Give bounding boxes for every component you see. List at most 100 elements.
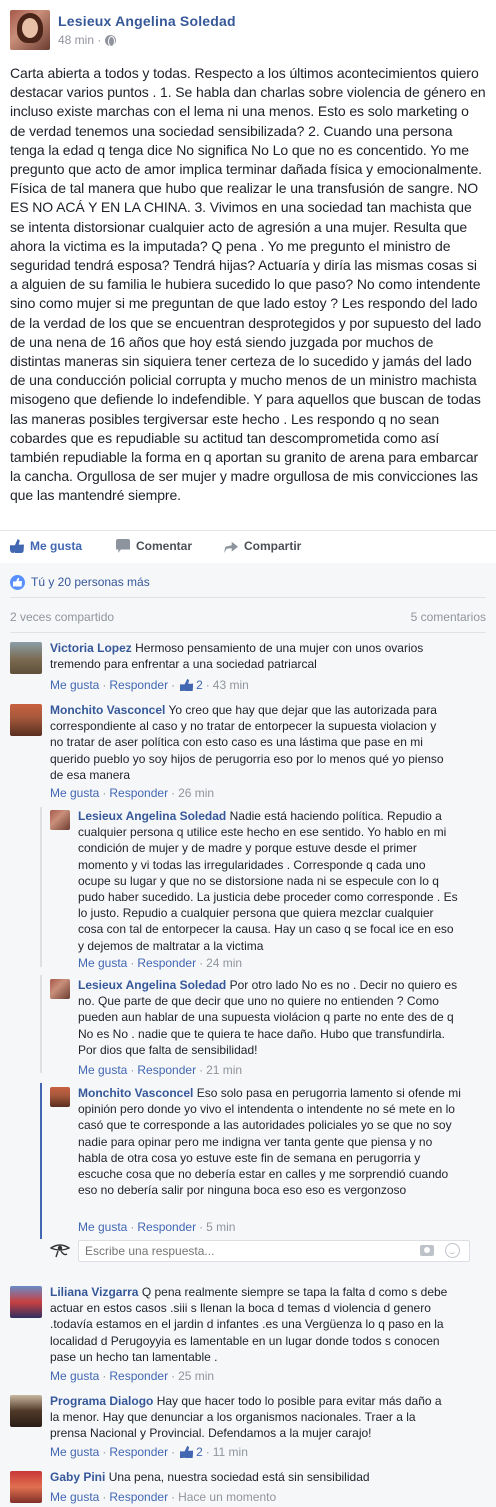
post-meta: 48 min · — [58, 33, 117, 47]
post-time[interactable]: 48 min · — [58, 33, 101, 47]
comment-button[interactable]: Comentar — [116, 539, 496, 553]
separator: · — [199, 1063, 204, 1077]
speech-bubble-icon — [116, 539, 130, 553]
shares-count[interactable]: 2 veces compartido — [10, 610, 114, 624]
commenter-name[interactable]: Liliana Vizgarra — [50, 1285, 138, 1299]
reply-time[interactable]: 5 min — [206, 1220, 235, 1234]
reply-time[interactable]: 24 min — [206, 956, 242, 970]
reply: Lesieux Angelina Soledad Por otro lado N… — [50, 977, 486, 1077]
reply-body: Lesieux Angelina Soledad Por otro lado N… — [78, 977, 460, 1058]
separator: · — [205, 1445, 210, 1459]
reply-reply-link[interactable]: Responder — [137, 956, 196, 970]
comment-actions: Me gusta · Responder · 25 min — [50, 1369, 214, 1383]
reply-like-link[interactable]: Me gusta — [78, 1220, 127, 1234]
commenter-avatar[interactable] — [10, 1395, 42, 1427]
reply: Lesieux Angelina Soledad Nadie está haci… — [50, 808, 486, 970]
like-label: Me gusta — [30, 539, 83, 553]
comment-actions: Me gusta · Responder · 2 · 43 min — [50, 678, 249, 692]
reply: Monchito Vasconcel Eso solo pasa en peru… — [50, 1085, 486, 1235]
thumbs-up-icon — [180, 679, 194, 691]
commenter-name[interactable]: Programa Dialogo — [50, 1394, 153, 1408]
comment-reply-link[interactable]: Responder — [109, 1445, 168, 1459]
comment-time[interactable]: 11 min — [213, 1445, 248, 1459]
facebook-post: Lesieux Angelina Soledad 48 min · Carta … — [0, 0, 496, 1507]
divider — [10, 597, 486, 598]
separator: · — [102, 678, 107, 692]
reply-like-link[interactable]: Me gusta — [78, 956, 127, 970]
thread-line — [40, 807, 42, 967]
reply-reply-link[interactable]: Responder — [137, 1220, 196, 1234]
replier-name[interactable]: Monchito Vasconcel — [78, 1086, 193, 1100]
share-arrow-icon — [224, 541, 238, 553]
share-button[interactable]: Compartir — [224, 539, 301, 553]
comment-like-link[interactable]: Me gusta — [50, 1490, 99, 1504]
comment-like-link[interactable]: Me gusta — [50, 786, 99, 800]
reply-time[interactable]: 21 min — [206, 1063, 242, 1077]
comment-reply-link[interactable]: Responder — [109, 678, 168, 692]
emoji-icon[interactable] — [445, 1243, 460, 1258]
comment-time[interactable]: 26 min — [178, 786, 214, 800]
comment-body: Victoria Lopez Hermoso pensamiento de un… — [50, 640, 440, 672]
commenter-name[interactable]: Gaby Pini — [50, 1470, 105, 1484]
comment-time[interactable]: Hace un momento — [178, 1490, 276, 1504]
post-actions: Me gusta Comentar Compartir — [0, 530, 496, 564]
comment-reply-link[interactable]: Responder — [109, 1369, 168, 1383]
replier-avatar[interactable] — [50, 1087, 70, 1107]
comment-like-link[interactable]: Me gusta — [50, 1369, 99, 1383]
commenter-avatar[interactable] — [10, 704, 42, 736]
comment: Monchito Vasconcel Yo creo que hay que d… — [10, 702, 486, 802]
reply-reply-link[interactable]: Responder — [137, 1063, 196, 1077]
comment-body: Programa Dialogo Hay que hacer todo lo p… — [50, 1393, 450, 1442]
comment-like-link[interactable]: Me gusta — [50, 1445, 99, 1459]
commenter-avatar[interactable] — [10, 642, 42, 674]
reply-actions: Me gusta · Responder · 24 min — [78, 956, 242, 970]
thumbs-up-icon — [180, 1446, 194, 1458]
reply-input[interactable] — [78, 1240, 470, 1262]
commenter-name[interactable]: Monchito Vasconcel — [50, 703, 165, 717]
comment-time[interactable]: 25 min — [178, 1369, 214, 1383]
like-badge-icon — [10, 574, 25, 590]
comment-like-link[interactable]: Me gusta — [50, 678, 99, 692]
thumbs-up-icon — [10, 539, 24, 553]
replier-avatar[interactable] — [50, 979, 70, 999]
separator: · — [171, 1369, 176, 1383]
commenter-avatar[interactable] — [10, 1471, 42, 1503]
comments-count[interactable]: 5 comentarios — [411, 610, 486, 624]
likes-text[interactable]: Tú y 20 personas más — [31, 575, 150, 589]
comment-actions: Me gusta · Responder · 26 min — [50, 786, 214, 800]
post-header: Lesieux Angelina Soledad 48 min · — [10, 10, 486, 52]
separator: · — [171, 1490, 176, 1504]
reply-like-link[interactable]: Me gusta — [78, 1063, 127, 1077]
separator: · — [171, 678, 176, 692]
comment-body: Monchito Vasconcel Yo creo que hay que d… — [50, 702, 450, 783]
camera-icon[interactable] — [420, 1245, 434, 1256]
separator: · — [130, 1220, 135, 1234]
comment-like-count[interactable]: 2 — [196, 1445, 203, 1459]
comment-time[interactable]: 43 min — [213, 678, 249, 692]
separator: · — [199, 956, 204, 970]
comment-reply-link[interactable]: Responder — [109, 786, 168, 800]
replier-name[interactable]: Lesieux Angelina Soledad — [78, 978, 226, 992]
replier-avatar[interactable] — [50, 810, 70, 830]
comment-label: Comentar — [136, 539, 193, 553]
separator: · — [130, 956, 135, 970]
comment-body: Gaby Pini Una pena, nuestra sociedad est… — [50, 1469, 450, 1485]
replier-name[interactable]: Lesieux Angelina Soledad — [78, 809, 226, 823]
divider — [10, 632, 486, 633]
author-avatar[interactable] — [10, 10, 50, 50]
comment-reply-link[interactable]: Responder — [109, 1490, 168, 1504]
commenter-name[interactable]: Victoria Lopez — [50, 641, 132, 655]
separator: · — [102, 1445, 107, 1459]
share-label: Compartir — [244, 539, 302, 553]
reply-text: Eso solo pasa en perugorria lamento si o… — [78, 1086, 461, 1198]
like-button[interactable]: Me gusta — [10, 539, 82, 553]
comment-body: Liliana Vizgarra Q pena realmente siempr… — [50, 1284, 450, 1365]
comment: Liliana Vizgarra Q pena realmente siempr… — [10, 1284, 486, 1384]
author-name[interactable]: Lesieux Angelina Soledad — [58, 13, 236, 29]
separator: · — [205, 678, 210, 692]
commenter-avatar[interactable] — [10, 1286, 42, 1318]
globe-icon[interactable] — [105, 34, 117, 47]
thread-line — [40, 975, 42, 1073]
comment-like-count[interactable]: 2 — [196, 678, 203, 692]
reply-text: Nadie está haciendo política. Repudio a … — [78, 809, 458, 953]
